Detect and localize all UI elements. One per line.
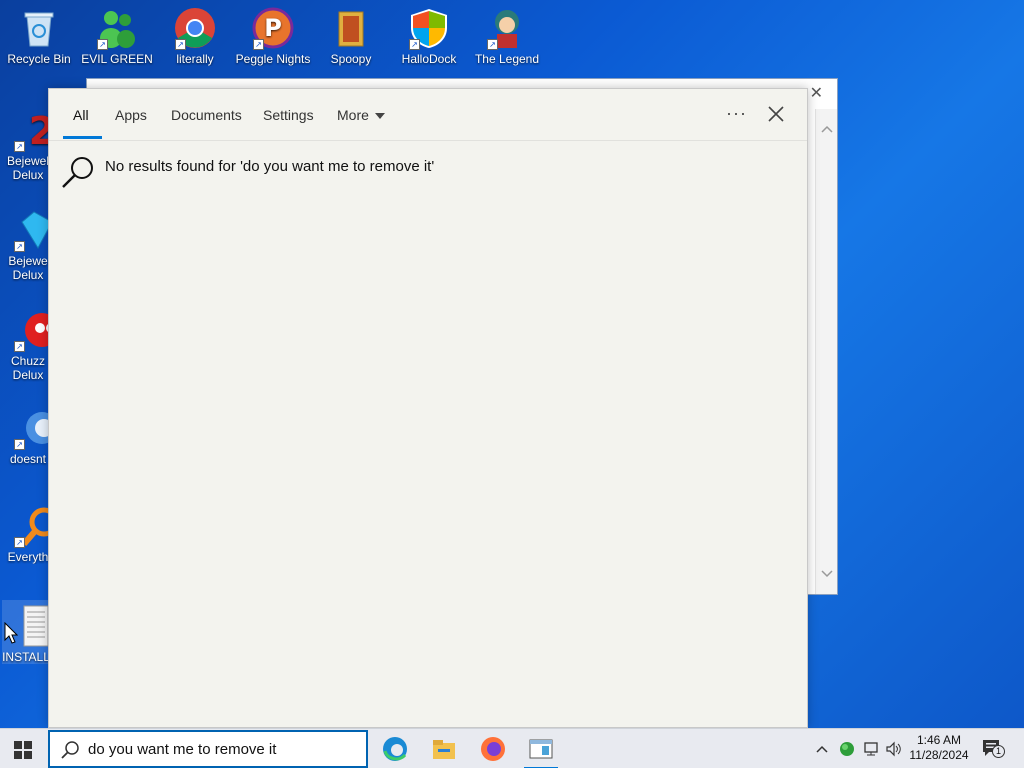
search-input[interactable] bbox=[88, 741, 348, 758]
volume-icon[interactable] bbox=[885, 741, 903, 757]
desktop-icon-label: HalloDock bbox=[401, 52, 457, 66]
taskbar-search-box[interactable] bbox=[48, 730, 368, 768]
system-clock[interactable]: 1:46 AM 11/28/2024 bbox=[906, 733, 972, 763]
tab-all[interactable]: All bbox=[73, 107, 89, 123]
recycle-bin-icon bbox=[17, 6, 61, 50]
desktop-icon-label: literally bbox=[176, 52, 214, 66]
background-window-close-icon[interactable]: ✕ bbox=[810, 83, 823, 103]
scroll-up-icon[interactable] bbox=[821, 125, 833, 133]
desktop-icon-label: Bejewe bbox=[8, 254, 48, 268]
shortcut-arrow-icon: ↗ bbox=[14, 439, 25, 450]
shortcut-arrow-icon: ↗ bbox=[14, 241, 25, 252]
desktop-icon-chuzzle[interactable]: ↗ Chuzz Delux bbox=[4, 304, 59, 382]
mouse-cursor-icon bbox=[4, 622, 18, 644]
desktop-icon-label: Recycle Bin bbox=[7, 52, 71, 66]
search-icon bbox=[61, 741, 79, 759]
active-tab-indicator bbox=[63, 136, 102, 139]
network-icon[interactable] bbox=[862, 741, 880, 757]
file-explorer-icon[interactable] bbox=[430, 735, 458, 763]
shortcut-arrow-icon: ↗ bbox=[14, 141, 25, 152]
desktop-icon-label: Delux bbox=[12, 168, 44, 182]
edge-icon[interactable] bbox=[381, 735, 409, 763]
chevron-down-icon bbox=[374, 113, 385, 120]
tab-more-label: More bbox=[337, 107, 369, 123]
desktop-icon-doesnt[interactable]: ↗ doesnt bbox=[4, 402, 58, 466]
shortcut-arrow-icon: ↗ bbox=[253, 39, 264, 50]
folder-icon bbox=[329, 6, 373, 50]
desktop-icon-the-legend[interactable]: ↗ The Legend bbox=[468, 2, 546, 66]
taskbar: 1:46 AM 11/28/2024 1 bbox=[0, 728, 1024, 768]
more-options-button[interactable]: ··· bbox=[726, 103, 747, 124]
show-hidden-icons-chevron-icon[interactable] bbox=[815, 743, 829, 755]
desktop-icon-recycle-bin[interactable]: Recycle Bin bbox=[0, 2, 78, 66]
svg-text:P: P bbox=[264, 14, 282, 42]
desktop-icon-label: Peggle Nights bbox=[235, 52, 311, 66]
desktop-icon-label: Chuzz bbox=[10, 354, 45, 368]
shortcut-arrow-icon: ↗ bbox=[14, 341, 25, 352]
character-icon: ↗ bbox=[485, 6, 529, 50]
scroll-down-icon[interactable] bbox=[821, 570, 833, 578]
tray-app-icon[interactable] bbox=[838, 740, 856, 758]
desktop-icon-everything[interactable]: ↗ Everyth bbox=[4, 500, 59, 564]
search-icon bbox=[62, 157, 93, 188]
shortcut-arrow-icon: ↗ bbox=[409, 39, 420, 50]
desktop-icon-label: doesnt bbox=[9, 452, 47, 466]
desktop-icon-label: INSTALL bbox=[2, 650, 50, 664]
search-tabs: All Apps Documents Settings More ··· bbox=[49, 89, 807, 141]
close-icon[interactable] bbox=[765, 103, 787, 125]
desktop-icon-bejeweled[interactable]: ↗ Bejewe Delux bbox=[4, 204, 53, 282]
desktop-icon-literally[interactable]: ↗ literally bbox=[156, 2, 234, 66]
desktop-icon-peggle-nights[interactable]: P ↗ Peggle Nights bbox=[234, 2, 312, 66]
tab-apps[interactable]: Apps bbox=[115, 107, 147, 123]
desktop-icon-label: Delux bbox=[12, 268, 44, 282]
tab-settings[interactable]: Settings bbox=[263, 107, 314, 123]
shortcut-arrow-icon: ↗ bbox=[97, 39, 108, 50]
tab-more[interactable]: More bbox=[337, 107, 385, 123]
clock-time: 1:46 AM bbox=[916, 733, 962, 747]
window-app-icon bbox=[529, 739, 553, 759]
shortcut-arrow-icon: ↗ bbox=[14, 537, 25, 548]
notification-center-button[interactable]: 1 bbox=[982, 739, 1005, 759]
desktop-icon-label: The Legend bbox=[474, 52, 540, 66]
no-results-text: No results found for 'do you want me to … bbox=[105, 158, 435, 175]
search-panel: All Apps Documents Settings More ··· No … bbox=[48, 88, 808, 728]
shortcut-arrow-icon: ↗ bbox=[487, 39, 498, 50]
desktop-icon-label: Spoopy bbox=[330, 52, 372, 66]
peggle-icon: P ↗ bbox=[251, 6, 295, 50]
desktop-icon-bejeweled-2[interactable]: 2 ↗ Bejewel Delux bbox=[4, 104, 55, 182]
desktop-icon-spoopy[interactable]: Spoopy bbox=[312, 2, 390, 66]
desktop-icon-label: Bejewel bbox=[6, 154, 50, 168]
background-window-scrollbar[interactable] bbox=[815, 109, 837, 594]
windows-shield-icon: ↗ bbox=[407, 6, 451, 50]
tab-documents[interactable]: Documents bbox=[171, 107, 242, 123]
notification-count: 1 bbox=[992, 745, 1005, 758]
desktop-icon-label: Everyth bbox=[7, 550, 49, 564]
chrome-icon: ↗ bbox=[173, 6, 217, 50]
windows-start-icon[interactable] bbox=[14, 741, 32, 759]
clock-date: 11/28/2024 bbox=[909, 748, 969, 762]
desktop-icon-label: Delux bbox=[12, 368, 44, 382]
firefox-icon[interactable] bbox=[479, 735, 507, 763]
desktop-icon-evil-green[interactable]: ↗ EVIL GREEN bbox=[78, 2, 156, 66]
desktop-icon-hallodock[interactable]: ↗ HalloDock bbox=[390, 2, 468, 66]
desktop-icon-label: EVIL GREEN bbox=[81, 52, 153, 66]
green-figures-icon: ↗ bbox=[95, 6, 139, 50]
running-app-button[interactable] bbox=[524, 735, 558, 768]
shortcut-arrow-icon: ↗ bbox=[175, 39, 186, 50]
